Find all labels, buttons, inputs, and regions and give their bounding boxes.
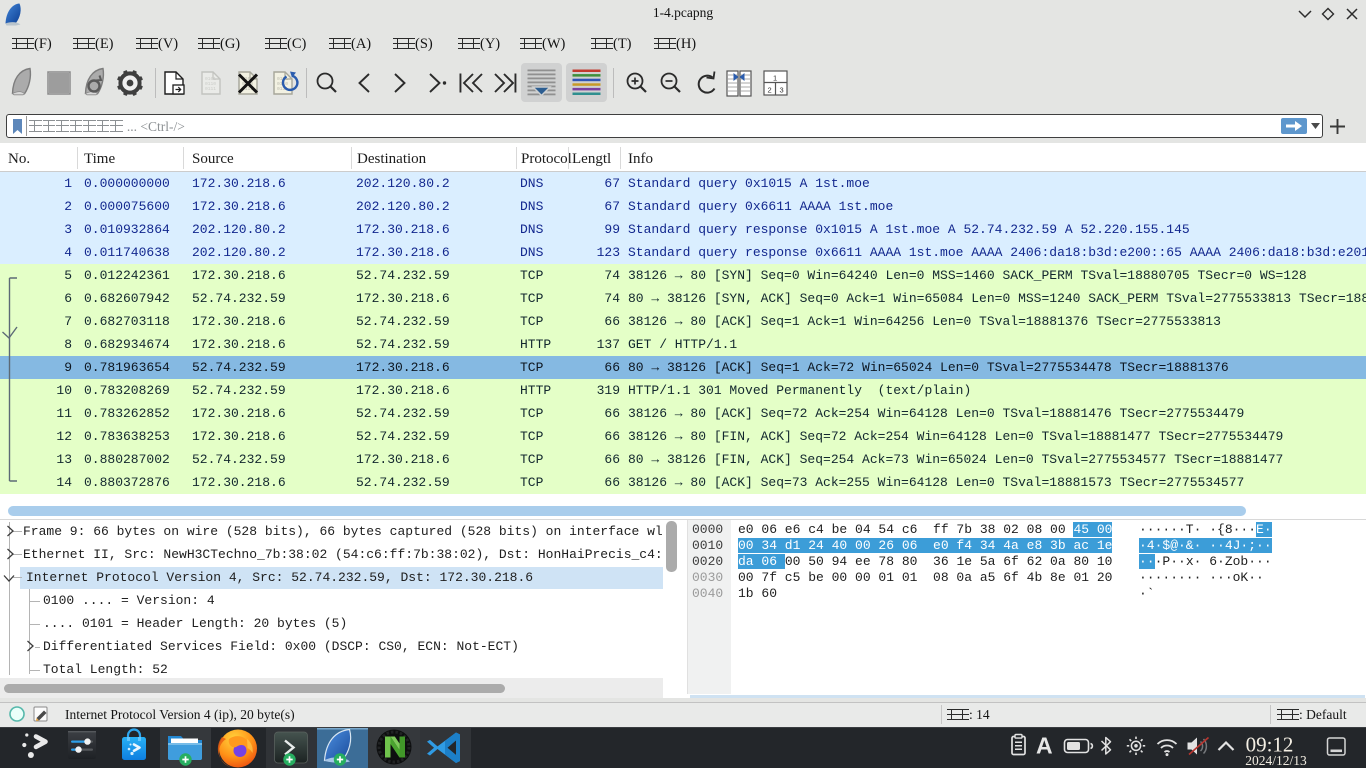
svg-text:2: 2 (768, 86, 772, 95)
svg-text:3: 3 (780, 86, 784, 95)
svg-text:2024/12/13: 2024/12/13 (1245, 753, 1307, 768)
svg-text:0111: 0111 (205, 86, 216, 92)
svg-text:A: A (1036, 733, 1053, 759)
svg-text:1: 1 (773, 74, 777, 83)
